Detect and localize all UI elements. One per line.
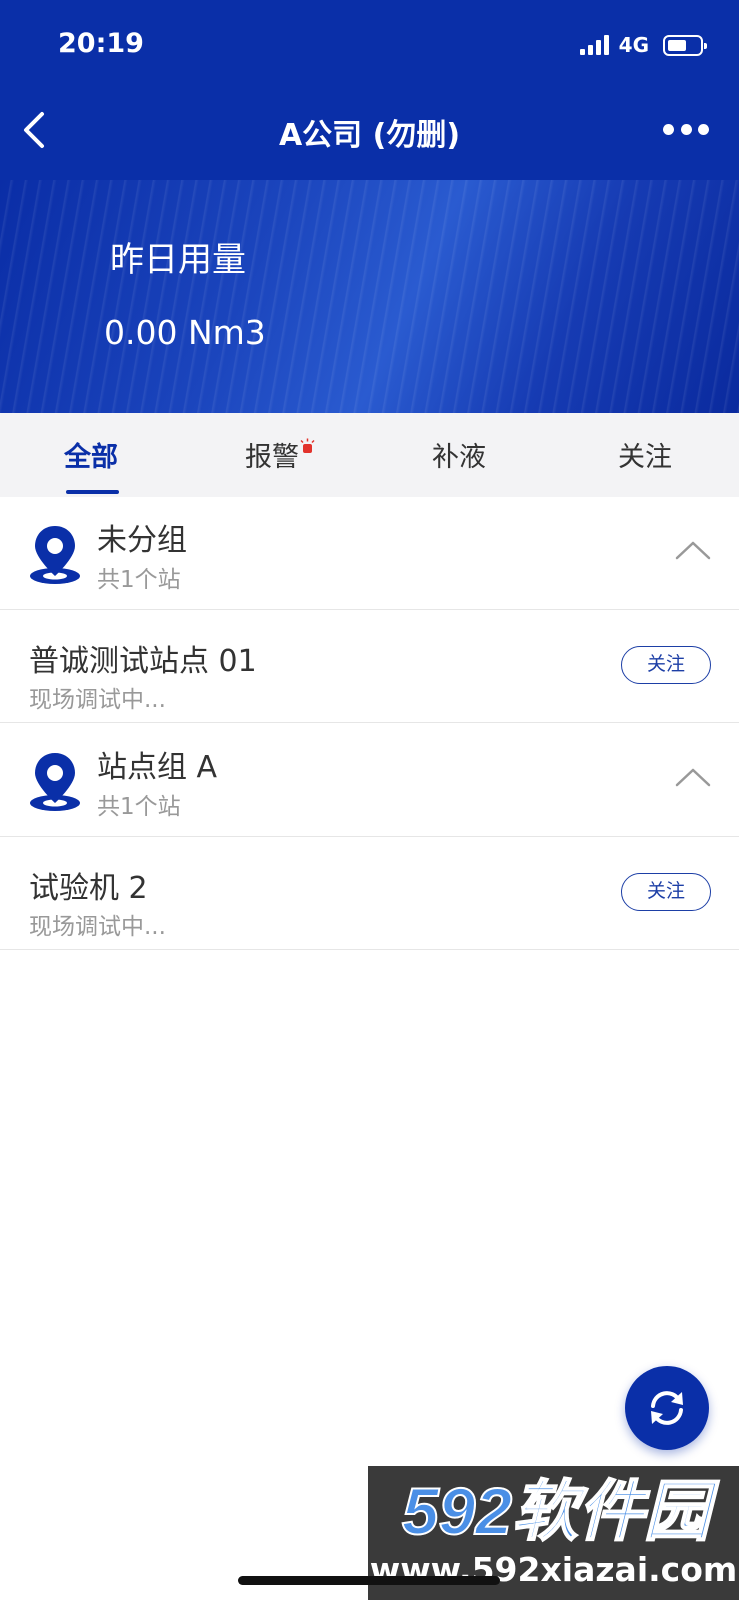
home-indicator <box>238 1576 500 1585</box>
status-bar: 20:19 4G <box>0 0 739 95</box>
station-status: 现场调试中... <box>29 914 166 940</box>
tab-bar: 全部 报警 补液 关注 <box>0 413 739 497</box>
page-title: A公司 (勿删) <box>278 118 461 153</box>
tab-all[interactable]: 全部 <box>64 435 118 474</box>
more-button[interactable] <box>663 114 709 144</box>
group-name: 站点组 A <box>97 750 218 785</box>
refresh-icon <box>651 1391 683 1425</box>
usage-label: 昨日用量 <box>110 240 246 280</box>
location-pin-icon <box>30 526 80 584</box>
alarm-badge-icon <box>300 438 315 453</box>
group-header[interactable]: 站点组 A 共1个站 <box>0 724 739 837</box>
station-name: 普诚测试站点 01 <box>29 644 257 679</box>
station-status: 现场调试中... <box>29 687 166 713</box>
usage-banner: 昨日用量 0.00 Nm3 <box>0 180 739 413</box>
group-count: 共1个站 <box>97 567 181 593</box>
refresh-button[interactable] <box>625 1366 709 1450</box>
group-count: 共1个站 <box>97 794 181 820</box>
battery-icon <box>663 34 707 56</box>
tab-refill[interactable]: 补液 <box>432 435 486 474</box>
follow-button[interactable]: 关注 <box>621 646 711 684</box>
network-type: 4G <box>618 33 649 57</box>
svg-text:592软件园: 592软件园 <box>402 1474 720 1548</box>
status-time: 20:19 <box>58 28 144 59</box>
more-dots-icon <box>663 123 674 135</box>
group-name: 未分组 <box>97 523 187 558</box>
chevron-up-icon[interactable] <box>675 766 711 788</box>
follow-button[interactable]: 关注 <box>621 873 711 911</box>
station-row[interactable]: 普诚测试站点 01 现场调试中... 关注 <box>0 610 739 723</box>
banner-background <box>0 180 739 413</box>
location-pin-icon <box>30 753 80 811</box>
group-header[interactable]: 未分组 共1个站 <box>0 497 739 610</box>
station-row[interactable]: 试验机 2 现场调试中... 关注 <box>0 837 739 950</box>
signal-icon <box>579 35 609 55</box>
chevron-up-icon[interactable] <box>675 539 711 561</box>
tab-follow[interactable]: 关注 <box>618 435 672 474</box>
station-name: 试验机 2 <box>29 871 148 906</box>
usage-value: 0.00 Nm3 <box>104 313 266 352</box>
top-bar: 20:19 4G A公司 (勿删) <box>0 0 739 180</box>
watermark-logo: 592软件园 <box>401 1473 721 1549</box>
tab-alarm[interactable]: 报警 <box>245 435 299 474</box>
status-indicators: 4G <box>579 33 707 57</box>
active-tab-indicator <box>66 490 119 494</box>
